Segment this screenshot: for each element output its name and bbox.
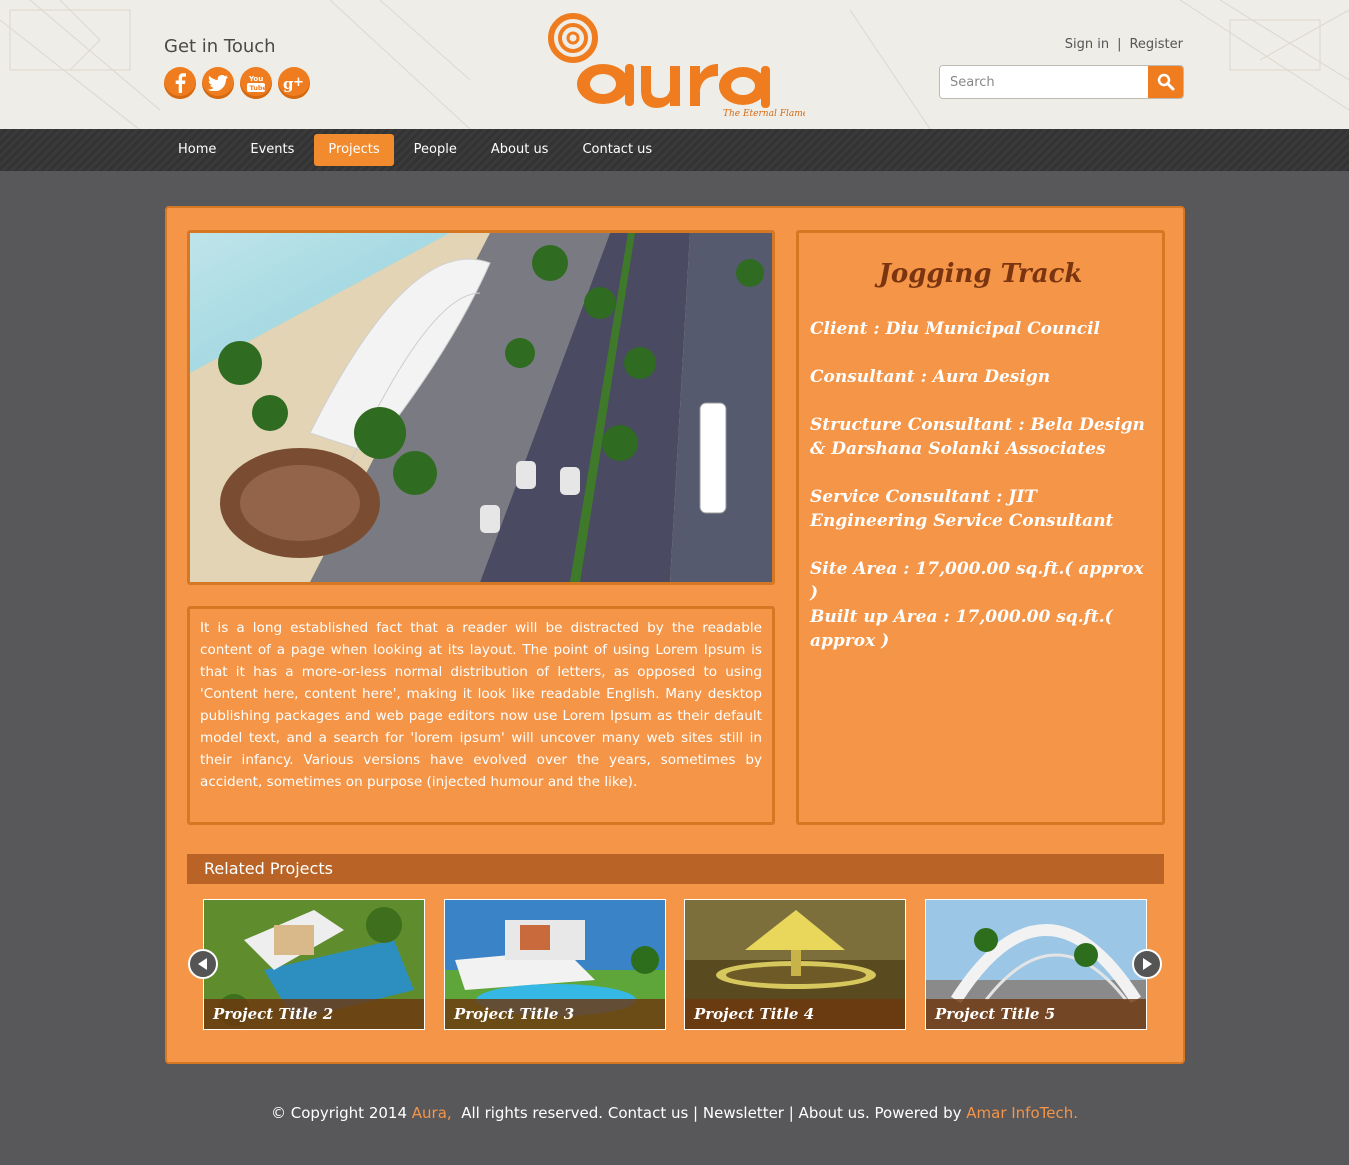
related-project-card[interactable]: Project Title 4 bbox=[684, 899, 906, 1030]
social-links: You Tube g + bbox=[164, 67, 310, 99]
related-project-card[interactable]: Project Title 2 bbox=[203, 899, 425, 1030]
svg-text:Tube: Tube bbox=[250, 84, 268, 92]
project-panel: It is a long established fact that a rea… bbox=[165, 206, 1185, 1064]
site-header: Get in Touch You Tube g + The Eternal Fl… bbox=[0, 0, 1349, 129]
nav-item-contact-us[interactable]: Contact us bbox=[568, 134, 666, 166]
project-description: It is a long established fact that a rea… bbox=[187, 606, 775, 825]
logo-tagline: The Eternal Flame bbox=[723, 109, 805, 119]
get-in-touch-heading: Get in Touch bbox=[164, 36, 276, 57]
nav-item-about-us[interactable]: About us bbox=[477, 134, 563, 166]
search-icon bbox=[1157, 73, 1174, 91]
project-service-consultant: Service Consultant : JIT Engineering Ser… bbox=[810, 487, 1114, 531]
facebook-icon[interactable] bbox=[164, 67, 196, 99]
related-project-title: Project Title 2 bbox=[204, 999, 424, 1029]
nav-item-projects[interactable]: Projects bbox=[314, 134, 394, 166]
related-project-card[interactable]: Project Title 3 bbox=[444, 899, 666, 1030]
auth-separator: | bbox=[1117, 37, 1122, 52]
aura-logo[interactable]: The Eternal Flame bbox=[545, 12, 808, 122]
nav-item-people[interactable]: People bbox=[400, 134, 471, 166]
project-info: Jogging Track Client : Diu Municipal Cou… bbox=[796, 230, 1165, 825]
arrow-left-icon bbox=[198, 958, 207, 970]
svg-text:You: You bbox=[248, 75, 263, 83]
youtube-icon[interactable]: You Tube bbox=[240, 67, 272, 99]
project-site-area: Site Area : 17,000.00 sq.ft.( approx ) bbox=[810, 559, 1144, 603]
search-button[interactable] bbox=[1148, 66, 1183, 98]
auth-links: Sign in | Register bbox=[1065, 37, 1183, 52]
project-consultant: Consultant : Aura Design bbox=[810, 367, 1051, 387]
nav-item-events[interactable]: Events bbox=[236, 134, 308, 166]
related-project-title: Project Title 4 bbox=[685, 999, 905, 1029]
footer-powered-by-link[interactable]: Amar InfoTech. bbox=[966, 1104, 1078, 1122]
related-project-card[interactable]: Project Title 5 bbox=[925, 899, 1147, 1030]
svg-text:+: + bbox=[293, 75, 304, 90]
project-title: Jogging Track bbox=[878, 259, 1083, 289]
google-plus-icon[interactable]: g + bbox=[278, 67, 310, 99]
register-link[interactable]: Register bbox=[1129, 37, 1183, 52]
project-client: Client : Diu Municipal Council bbox=[810, 319, 1101, 339]
carousel-next-button[interactable] bbox=[1132, 949, 1162, 979]
sign-in-link[interactable]: Sign in bbox=[1065, 37, 1109, 52]
project-main-image bbox=[187, 230, 775, 585]
footer-links[interactable]: All rights reserved. Contact us | Newsle… bbox=[452, 1104, 967, 1122]
main-navigation: Home Events Projects People About us Con… bbox=[0, 129, 1349, 171]
footer-brand-link[interactable]: Aura, bbox=[412, 1104, 452, 1122]
arrow-right-icon bbox=[1143, 958, 1152, 970]
twitter-icon[interactable] bbox=[202, 67, 234, 99]
nav-item-home[interactable]: Home bbox=[164, 134, 230, 166]
related-projects-carousel: Project Title 2 Project Title 3 Project … bbox=[203, 899, 1149, 1030]
site-footer: © Copyright 2014 Aura, All rights reserv… bbox=[0, 1104, 1349, 1122]
carousel-prev-button[interactable] bbox=[188, 949, 218, 979]
search-box bbox=[939, 65, 1184, 99]
related-project-title: Project Title 5 bbox=[926, 999, 1146, 1029]
project-built-up-area: Built up Area : 17,000.00 sq.ft.( approx… bbox=[810, 607, 1113, 651]
footer-copyright: © Copyright 2014 bbox=[270, 1104, 412, 1122]
related-project-title: Project Title 3 bbox=[445, 999, 665, 1029]
related-projects-heading: Related Projects bbox=[187, 854, 1164, 884]
search-input[interactable] bbox=[940, 66, 1148, 98]
project-structure-consultant: Structure Consultant : Bela Design & Dar… bbox=[810, 415, 1145, 459]
